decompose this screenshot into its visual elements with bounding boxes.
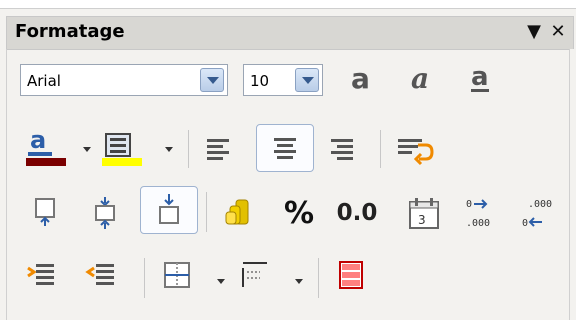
remove-decimal-icon[interactable]: .000 0 bbox=[512, 194, 556, 234]
currency-icon[interactable] bbox=[220, 196, 254, 230]
add-decimal-icon[interactable]: 0 .000 bbox=[456, 194, 500, 234]
font-name-select[interactable]: Arial bbox=[20, 64, 228, 96]
align-center-vertical-icon[interactable] bbox=[88, 196, 122, 230]
underline-a-icon[interactable]: a bbox=[464, 61, 498, 95]
panel-title: Formatage bbox=[15, 21, 125, 42]
bold-a-icon[interactable]: a bbox=[346, 61, 380, 95]
right-border bbox=[569, 49, 576, 320]
font-color-dropdown[interactable] bbox=[82, 146, 92, 154]
svg-text:0: 0 bbox=[522, 218, 528, 229]
date-icon[interactable]: 3 bbox=[404, 194, 444, 234]
conditional-format-icon[interactable] bbox=[334, 258, 368, 292]
decrease-indent-icon[interactable] bbox=[84, 258, 118, 292]
border-style-dropdown[interactable] bbox=[294, 278, 304, 286]
font-size-dropdown-button[interactable] bbox=[295, 68, 319, 92]
italic-a-icon[interactable]: a bbox=[405, 61, 439, 95]
font-name-dropdown-button[interactable] bbox=[200, 68, 224, 92]
svg-text:.000: .000 bbox=[466, 218, 490, 229]
separator bbox=[206, 192, 207, 232]
separator bbox=[318, 258, 319, 298]
increase-indent-icon[interactable] bbox=[24, 258, 58, 292]
wrap-text-icon[interactable] bbox=[392, 132, 440, 166]
separator bbox=[188, 130, 189, 168]
font-size-value: 10 bbox=[250, 72, 270, 90]
font-size-select[interactable]: 10 bbox=[243, 64, 323, 96]
border-style-icon[interactable] bbox=[238, 258, 272, 292]
svg-text:a: a bbox=[471, 62, 489, 92]
separator bbox=[380, 130, 381, 168]
borders-icon[interactable] bbox=[160, 258, 194, 292]
top-divider bbox=[0, 0, 576, 9]
svg-text:a: a bbox=[411, 62, 429, 95]
decimal-icon[interactable]: 0.0 bbox=[334, 196, 380, 230]
percent-label: % bbox=[283, 195, 315, 231]
highlight-icon[interactable] bbox=[92, 128, 150, 168]
svg-text:a: a bbox=[351, 62, 370, 95]
separator bbox=[144, 258, 145, 298]
close-icon[interactable]: ✕ bbox=[547, 19, 569, 43]
svg-text:.000: .000 bbox=[528, 199, 552, 210]
left-border bbox=[0, 49, 7, 320]
percent-icon[interactable]: % bbox=[282, 195, 316, 231]
align-bottom-icon[interactable] bbox=[140, 186, 198, 234]
borders-dropdown[interactable] bbox=[216, 278, 226, 286]
align-left-icon[interactable] bbox=[202, 132, 236, 166]
align-center-icon[interactable] bbox=[256, 124, 314, 172]
formatting-panel: Formatage ▼ ✕ Arial 10 a a a a % 0.0 3 0… bbox=[0, 0, 576, 320]
svg-text:3: 3 bbox=[418, 213, 426, 227]
decimal-label: 0.0 bbox=[336, 200, 378, 226]
svg-text:0: 0 bbox=[466, 199, 472, 210]
align-top-icon[interactable] bbox=[28, 196, 62, 230]
panel-header: Formatage ▼ ✕ bbox=[6, 16, 574, 50]
align-right-icon[interactable] bbox=[324, 132, 358, 166]
highlight-dropdown[interactable] bbox=[164, 146, 174, 154]
font-color-icon[interactable]: a bbox=[24, 128, 70, 168]
menu-dropdown-icon[interactable]: ▼ bbox=[523, 19, 545, 43]
font-name-value: Arial bbox=[27, 72, 61, 90]
svg-text:a: a bbox=[30, 128, 46, 154]
